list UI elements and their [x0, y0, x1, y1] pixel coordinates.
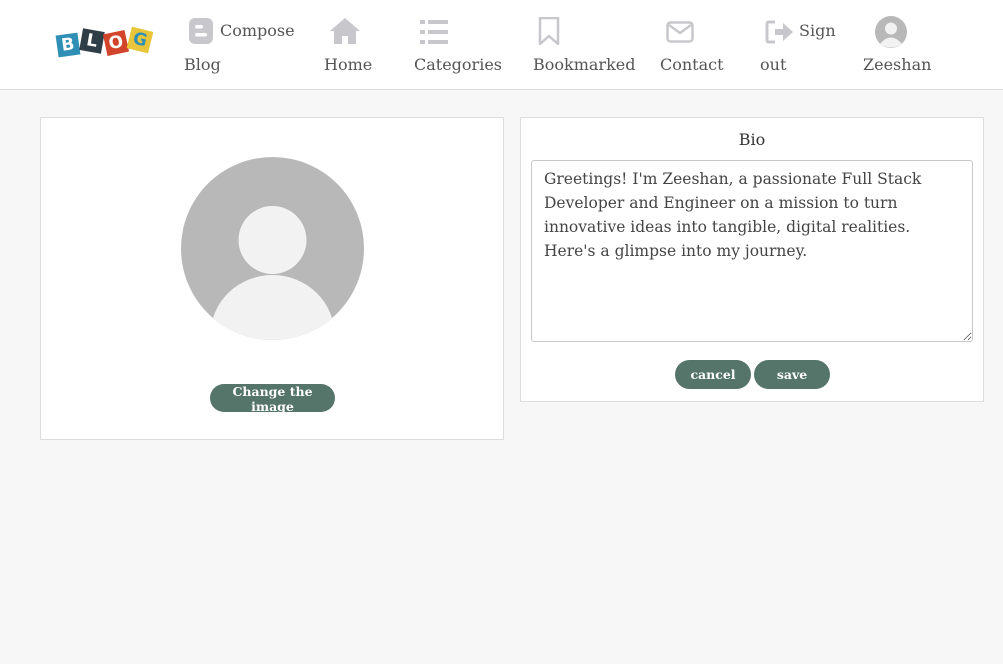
logo-letter-o: O — [102, 29, 130, 57]
nav-home-label: Home — [324, 55, 373, 74]
sign-out-icon — [765, 20, 793, 44]
nav-bookmarked-label: Bookmarked — [533, 55, 636, 74]
bio-card: Bio Greetings! I'm Zeeshan, a passionate… — [520, 117, 984, 402]
save-button[interactable]: save — [754, 360, 830, 389]
nav-sign-out[interactable]: Sign out — [758, 0, 838, 88]
nav-compose-label-line2: Blog — [184, 55, 221, 74]
bio-textarea[interactable]: Greetings! I'm Zeeshan, a passionate Ful… — [531, 160, 973, 342]
blog-logo[interactable]: B L O G — [55, 26, 157, 62]
nav-sign-out-line2: out — [760, 55, 787, 74]
top-navbar: B L O G Compose Blog Home Categories Boo… — [0, 0, 1003, 90]
home-icon — [330, 18, 360, 44]
cancel-button[interactable]: cancel — [675, 360, 751, 389]
profile-image-card: Change the image — [40, 117, 504, 440]
nav-categories-label: Categories — [414, 55, 502, 74]
default-user-avatar-icon — [181, 157, 364, 340]
nav-user-profile[interactable]: Zeeshan — [858, 0, 938, 88]
nav-compose-blog[interactable]: Compose Blog — [183, 0, 295, 88]
nav-bookmarked[interactable]: Bookmarked — [530, 0, 635, 88]
envelope-icon — [666, 21, 694, 43]
nav-sign-out-line1: Sign — [799, 21, 836, 40]
nav-contact[interactable]: Contact — [656, 0, 726, 88]
logo-letter-g: G — [126, 26, 154, 54]
blogger-icon — [189, 18, 213, 44]
nav-categories[interactable]: Categories — [410, 0, 502, 88]
bio-title: Bio — [738, 130, 766, 149]
change-image-button[interactable]: Change the image — [210, 384, 335, 414]
user-avatar-icon — [875, 16, 907, 48]
logo-letter-b: B — [55, 32, 81, 58]
logo-letter-l: L — [79, 28, 105, 54]
nav-contact-label: Contact — [660, 55, 724, 74]
nav-user-name: Zeeshan — [863, 55, 932, 74]
list-icon — [420, 20, 448, 44]
nav-home[interactable]: Home — [318, 0, 378, 88]
bookmark-icon — [538, 17, 560, 45]
nav-compose-label-line1: Compose — [220, 21, 295, 40]
